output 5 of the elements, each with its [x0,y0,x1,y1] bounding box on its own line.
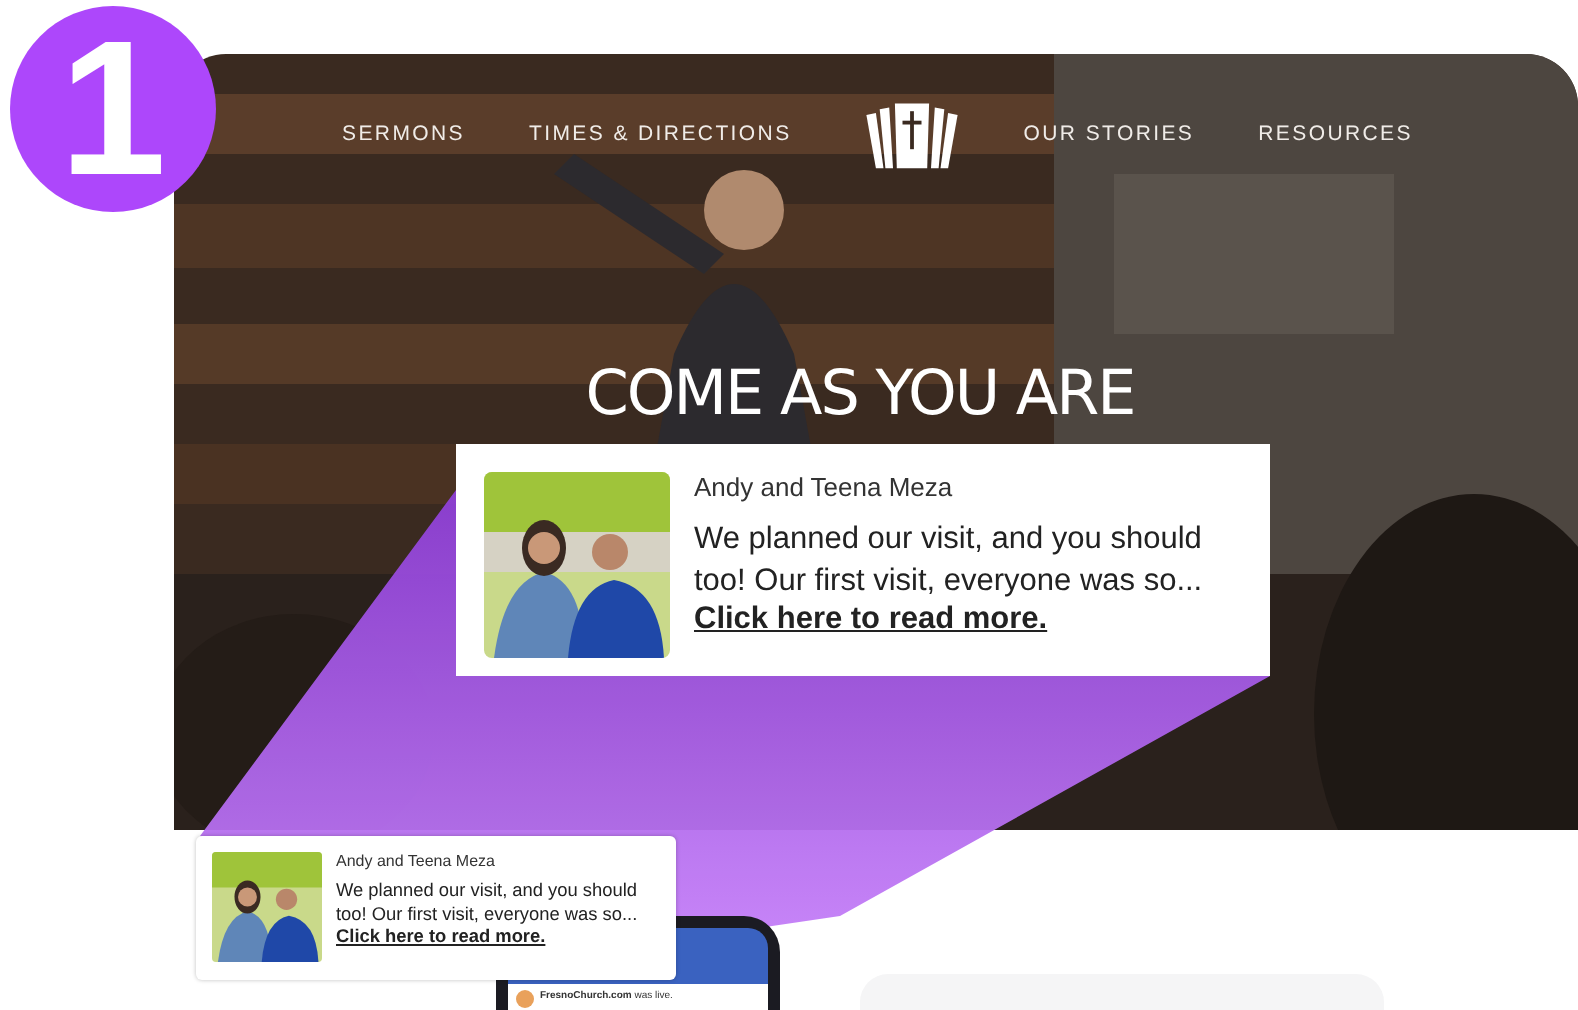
step-badge: 1 [10,6,216,212]
quote-text: We planned our visit, and you should too! Our first visit, everyone was so... [336,878,640,926]
read-more-link[interactable]: Click here to read more. [336,926,660,946]
author-name: Andy and Teena Meza [336,852,497,870]
avatar-icon [516,990,534,1008]
